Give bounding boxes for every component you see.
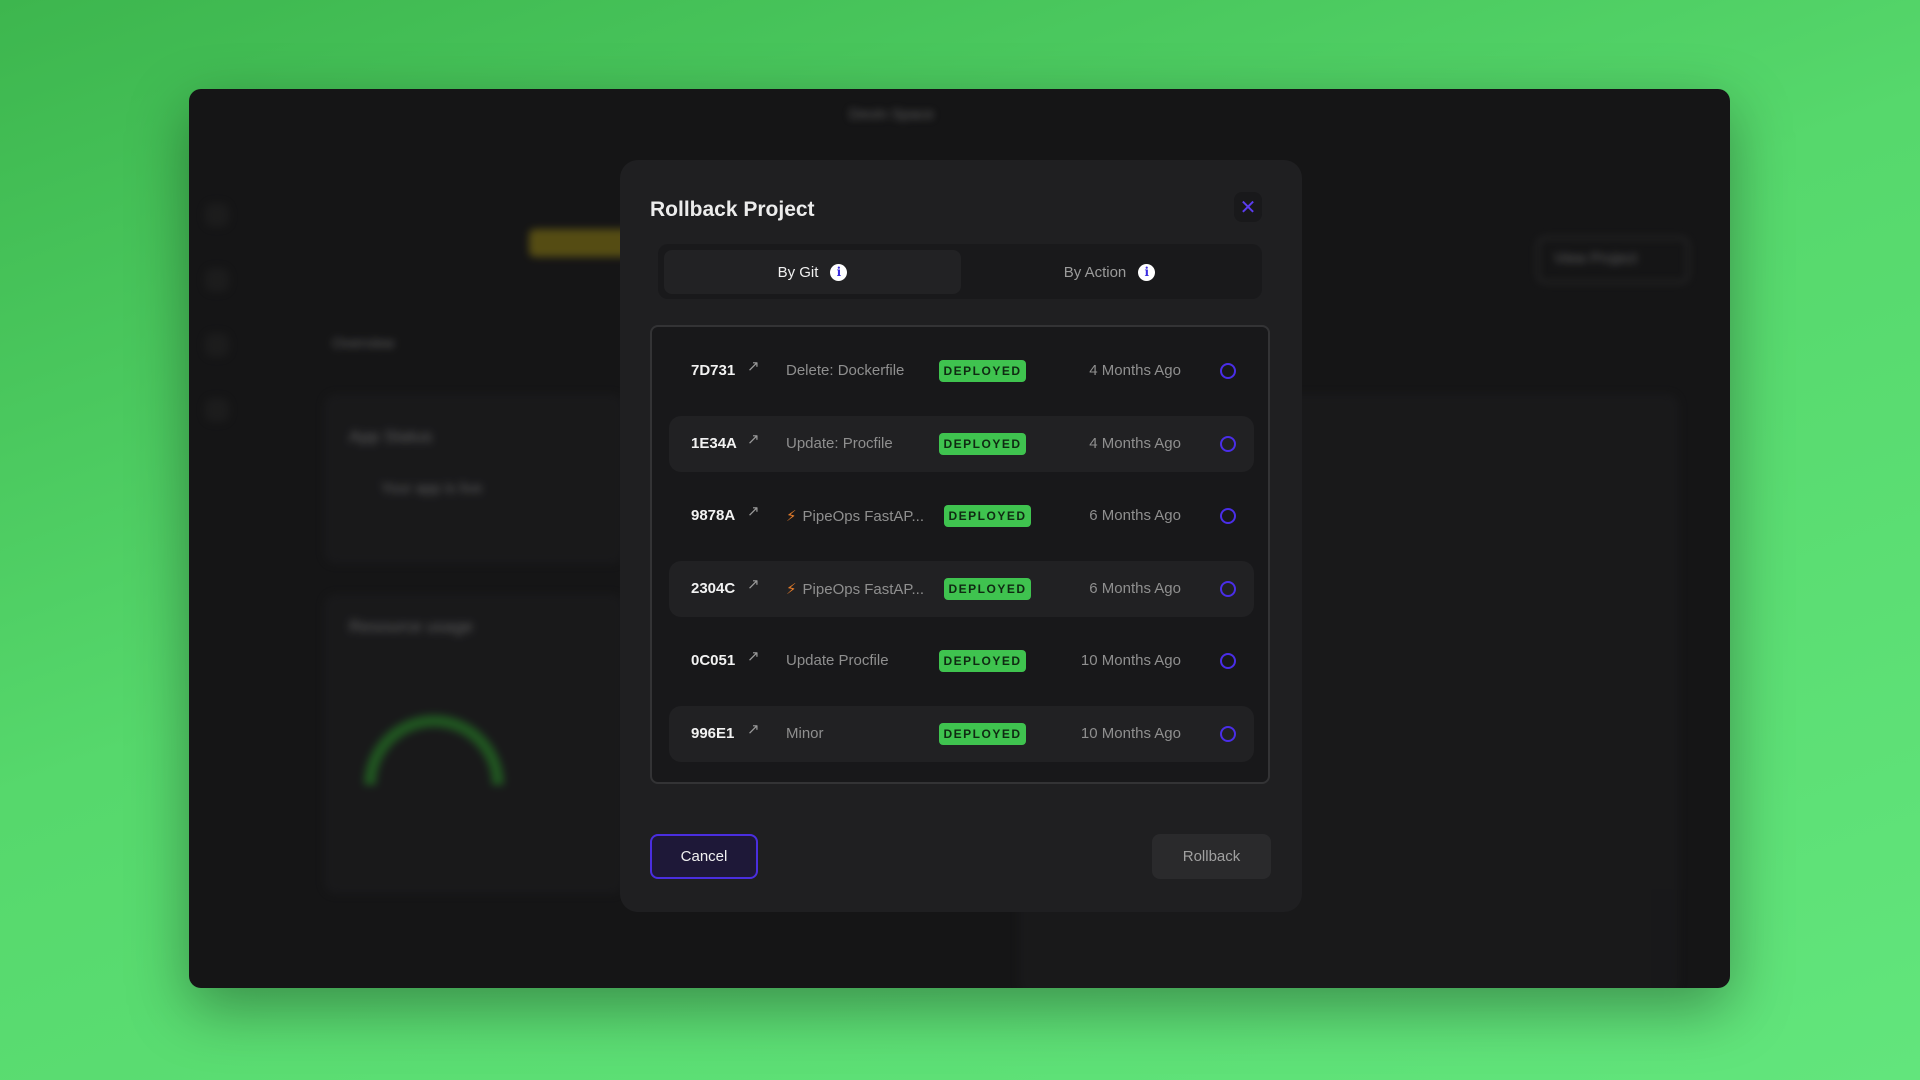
select-radio[interactable]: [1220, 580, 1236, 597]
commit-message: Update Procfile: [786, 652, 889, 669]
commit-time: 10 Months Ago: [1080, 725, 1181, 742]
external-link-icon[interactable]: ↗︎: [747, 575, 760, 593]
sidebar-icon: [205, 398, 229, 422]
commit-row[interactable]: 996E1 ↗︎ Minor DEPLOYED 10 Months Ago: [669, 706, 1254, 762]
workspace-name: Devin Space: [849, 106, 935, 123]
select-radio[interactable]: [1220, 653, 1236, 670]
close-button[interactable]: ✕: [1234, 192, 1262, 222]
bolt-icon: ⚡︎: [786, 580, 797, 598]
modal-title: Rollback Project: [650, 198, 815, 221]
external-link-icon[interactable]: ↗︎: [747, 647, 760, 665]
sidebar-icon: [205, 268, 229, 292]
rollback-tabs: By Git i By Action i: [658, 244, 1262, 299]
commit-row[interactable]: 2304C ↗︎ ⚡︎ PipeOps FastAP... DEPLOYED 6 Mont…: [669, 560, 1254, 617]
commit-message: ⚡︎ PipeOps FastAP...: [786, 580, 924, 598]
commit-row[interactable]: 1E34A ↗︎ Update: Procfile DEPLOYED 4 Months …: [669, 415, 1254, 472]
external-link-icon[interactable]: ↗︎: [747, 430, 760, 448]
info-icon[interactable]: i: [830, 263, 848, 281]
commit-hash: 996E1: [691, 725, 735, 742]
status-badge: DEPLOYED: [939, 650, 1026, 673]
status-badge: DEPLOYED: [939, 432, 1026, 455]
app-status-title: App Status: [349, 427, 433, 446]
commit-message: Minor: [786, 725, 824, 742]
commit-hash: 1E34A: [691, 434, 737, 452]
tab-by-action[interactable]: By Action i: [961, 250, 1258, 294]
commit-message-text: Update Procfile: [786, 652, 889, 670]
resource-title: Resource usage: [349, 617, 473, 636]
tab-by-git[interactable]: By Git i: [664, 250, 961, 294]
rollback-modal: Rollback Project ✕ By Git i By Action i …: [620, 160, 1302, 912]
commit-message-text: Minor: [786, 725, 824, 742]
app-window: Devin Space Overview App Status Your app…: [189, 89, 1730, 988]
commit-list: 7D731 ↗︎ Delete: Dockerfile DEPLOYED 4 Month…: [650, 325, 1270, 784]
view-project-label: View Project: [1554, 250, 1638, 267]
commit-time: 6 Months Ago: [1089, 507, 1181, 525]
commit-time: 6 Months Ago: [1089, 579, 1181, 597]
sidebar-icon: [205, 333, 229, 357]
external-link-icon[interactable]: ↗︎: [747, 720, 760, 738]
commit-hash: 7D731: [691, 362, 736, 379]
commit-time: 10 Months Ago: [1080, 652, 1181, 670]
info-icon[interactable]: i: [1138, 263, 1156, 281]
commit-row[interactable]: 9878A ↗︎ ⚡︎ PipeOps FastAP... DEPLOYED 6 Mont…: [669, 488, 1254, 544]
bolt-icon: ⚡︎: [786, 508, 797, 526]
commit-hash: 9878A: [691, 507, 736, 525]
commit-hash: 2304C: [691, 579, 736, 597]
commit-message: Delete: Dockerfile: [786, 362, 904, 379]
status-badge: DEPLOYED: [939, 723, 1026, 745]
app-status-card: [324, 394, 624, 564]
status-badge: DEPLOYED: [944, 577, 1031, 600]
sidebar-icon: [205, 203, 229, 227]
commit-time: 4 Months Ago: [1089, 362, 1181, 379]
select-radio[interactable]: [1220, 508, 1236, 525]
close-icon: ✕: [1239, 196, 1257, 219]
commit-message: Update: Procfile: [786, 435, 893, 452]
rollback-button[interactable]: Rollback: [1152, 834, 1271, 879]
tab-overview: Overview: [332, 335, 395, 352]
external-link-icon[interactable]: ↗︎: [747, 502, 760, 520]
commit-message: ⚡︎ PipeOps FastAP...: [786, 507, 924, 525]
select-radio[interactable]: [1220, 363, 1236, 379]
select-radio[interactable]: [1220, 435, 1236, 452]
commit-message-text: Update: Procfile: [786, 434, 893, 452]
commit-message-text: PipeOps FastAP...: [802, 580, 924, 598]
commit-time: 4 Months Ago: [1089, 434, 1181, 452]
status-badge: DEPLOYED: [939, 360, 1026, 382]
commit-hash: 0C051: [691, 652, 736, 670]
commit-message-text: Delete: Dockerfile: [786, 362, 905, 379]
cancel-button[interactable]: Cancel: [650, 834, 758, 879]
status-badge: DEPLOYED: [944, 505, 1031, 528]
commit-row[interactable]: 0C051 ↗︎ Update Procfile DEPLOYED 10 Months …: [669, 633, 1254, 689]
external-link-icon[interactable]: ↗︎: [747, 357, 760, 375]
select-radio[interactable]: [1220, 726, 1236, 742]
commit-message-text: PipeOps FastAP...: [802, 508, 924, 526]
tab-label: By Action: [1063, 263, 1127, 281]
tab-label: By Git: [777, 263, 819, 281]
app-status-text: Your app is live: [381, 480, 483, 497]
commit-row[interactable]: 7D731 ↗︎ Delete: Dockerfile DEPLOYED 4 Month…: [669, 343, 1254, 399]
